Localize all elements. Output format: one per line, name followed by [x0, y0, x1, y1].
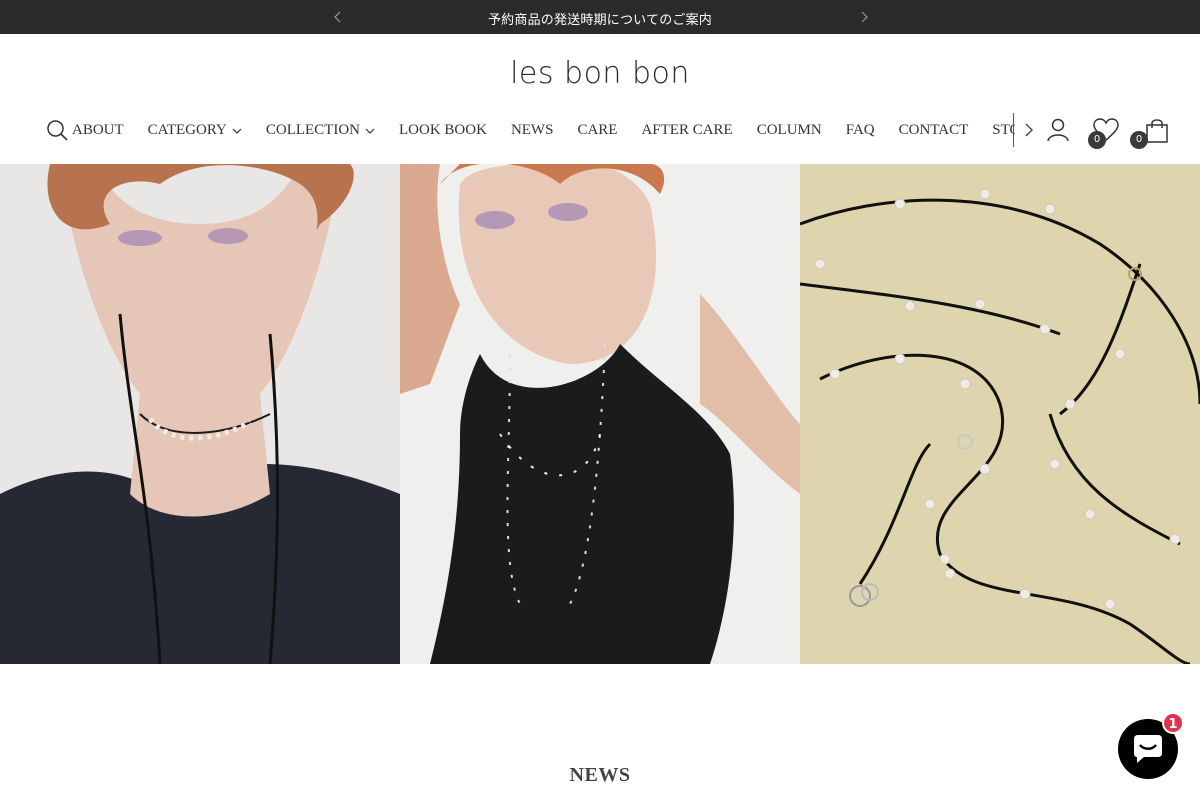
nav-item-news[interactable]: NEWS — [511, 122, 554, 139]
chat-unread-badge: 1 — [1162, 712, 1184, 734]
announcement-text[interactable]: 予約商品の発送時期についてのご案内 — [0, 9, 1200, 28]
nav-divider — [1013, 113, 1014, 147]
user-icon — [1047, 118, 1069, 142]
nav-item-label: LOOK BOOK — [399, 122, 487, 138]
hero-image-2[interactable] — [400, 164, 800, 664]
nav-item-after-care[interactable]: AFTER CARE — [641, 122, 732, 139]
news-section-title: NEWS — [569, 764, 631, 786]
pearl-chain-image — [800, 164, 1200, 664]
nav-item-category[interactable]: CATEGORY — [148, 122, 242, 139]
nav-item-about[interactable]: ABOUT — [72, 122, 124, 139]
nav-item-column[interactable]: COLUMN — [757, 122, 822, 139]
hero-image-1[interactable] — [0, 164, 400, 664]
nav-item-collection[interactable]: COLLECTION — [266, 122, 375, 139]
nav-item-care[interactable]: CARE — [577, 122, 617, 139]
search-button[interactable] — [46, 119, 68, 141]
model-portrait-image — [0, 164, 400, 664]
site-header: les bon bon ABOUT CATEGORY COLLECTION LOOK … — [0, 34, 1200, 164]
search-icon — [47, 120, 68, 141]
nav-item-look-book[interactable]: LOOK BOOK — [399, 122, 487, 139]
hero-image-3[interactable] — [800, 164, 1200, 664]
nav-item-label: FAQ — [845, 122, 875, 138]
nav-item-label: AFTER CARE — [641, 122, 733, 138]
hero-gallery — [0, 164, 1200, 664]
nav-item-label: CATEGORY — [147, 122, 227, 138]
wishlist-count-badge: 0 — [1088, 131, 1106, 149]
nav-item-label: COLLECTION — [265, 122, 361, 138]
site-logo[interactable]: les bon bon — [0, 56, 1200, 91]
nav-item-stock[interactable]: STOCK — [992, 122, 1015, 139]
announcement-next-button[interactable] — [856, 8, 872, 26]
account-button[interactable] — [1046, 117, 1070, 143]
announcement-bar: 予約商品の発送時期についてのご案内 — [0, 0, 1200, 34]
nav-item-contact[interactable]: CONTACT — [899, 122, 969, 139]
chevron-right-icon — [861, 11, 868, 23]
nav-item-label: CONTACT — [898, 122, 969, 138]
nav-item-label: CARE — [577, 122, 618, 138]
nav-item-label: STOCK — [992, 122, 1015, 138]
nav-item-label: COLUMN — [756, 122, 822, 138]
nav-scroll-next-button[interactable] — [1022, 120, 1036, 140]
nav-item-faq[interactable]: FAQ — [846, 122, 875, 139]
cart-count-badge: 0 — [1130, 131, 1148, 149]
chevron-down-icon — [365, 128, 375, 134]
main-navigation: ABOUT CATEGORY COLLECTION LOOK BOOK NEWS CARE… — [72, 121, 1015, 143]
nav-item-label: NEWS — [510, 122, 554, 138]
model-black-top-image — [400, 164, 800, 664]
chevron-down-icon — [232, 128, 242, 134]
nav-item-label: ABOUT — [72, 122, 124, 138]
chevron-right-icon — [1025, 123, 1033, 137]
